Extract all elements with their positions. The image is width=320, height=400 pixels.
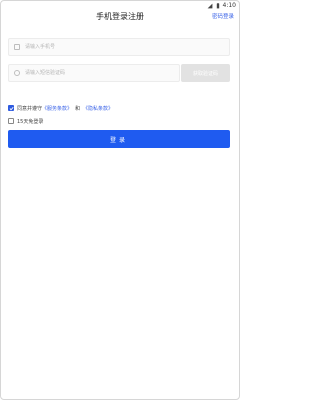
login-button[interactable]: 登录: [8, 130, 230, 148]
agreement-prefix: 同意并遵守: [17, 105, 43, 112]
phone-input[interactable]: [25, 41, 215, 53]
screen-frame: [0, 0, 240, 400]
remember-row: 15天免登录: [8, 117, 43, 125]
phone-field[interactable]: [8, 38, 230, 56]
agreement-and: 和: [75, 105, 81, 112]
privacy-link[interactable]: 《隐私条款》: [83, 105, 113, 112]
sms-code-field[interactable]: [8, 64, 180, 82]
sms-code-input[interactable]: [25, 67, 165, 79]
phone-icon: [14, 44, 20, 50]
check-icon: [9, 106, 14, 110]
page-title: 手机登录注册: [96, 12, 144, 21]
remember-checkbox[interactable]: [8, 118, 14, 124]
password-login-link[interactable]: 密码登录: [212, 12, 234, 20]
shield-icon: [14, 70, 20, 76]
agreement-checkbox[interactable]: [8, 105, 14, 111]
header: 手机登录注册 密码登录: [0, 8, 240, 24]
terms-link[interactable]: 《服务条款》: [42, 105, 72, 112]
agreement-row: 同意并遵守 《服务条款》 和 《隐私条款》: [8, 104, 113, 112]
get-code-button[interactable]: 获取验证码: [181, 64, 230, 82]
remember-label: 15天免登录: [17, 118, 44, 125]
